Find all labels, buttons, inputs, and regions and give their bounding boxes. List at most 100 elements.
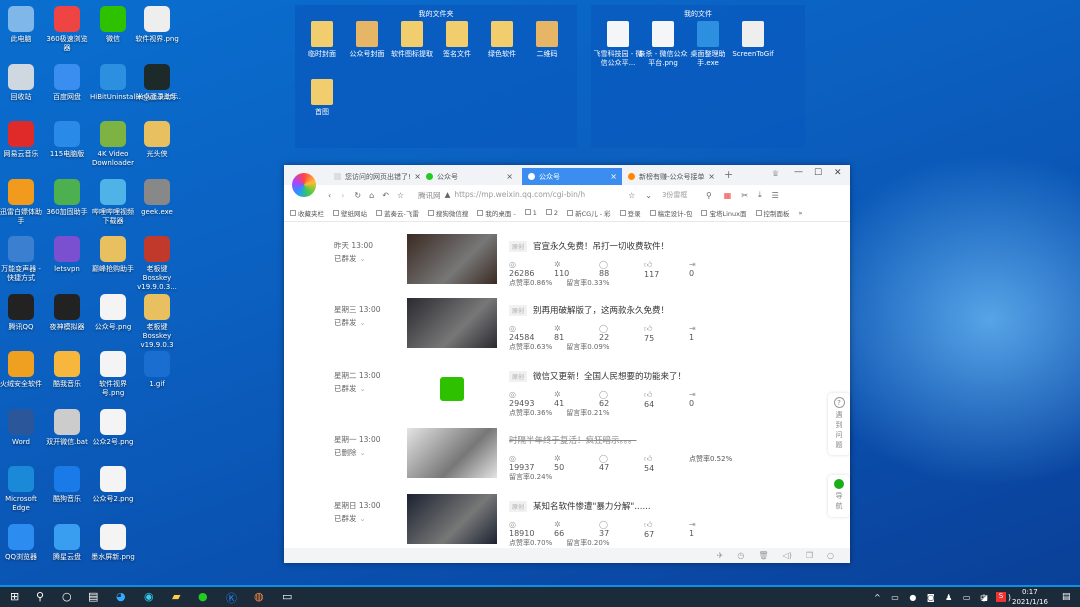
desktop-icon[interactable]: 微信 (90, 6, 136, 44)
home-icon[interactable]: ⌂ (369, 191, 374, 200)
desktop-icon[interactable]: 老板键Bosskey v19.9.0.3 (134, 293, 180, 350)
tab-close-icon[interactable]: × (506, 172, 513, 181)
speed-icon[interactable]: ✈ (717, 551, 724, 560)
desktop-icon[interactable]: 火绒安全软件 (0, 351, 44, 389)
display-taskbar-icon[interactable]: ▭ (282, 590, 292, 603)
search-button[interactable]: ⚲ (36, 590, 44, 603)
clock-time[interactable]: 0:17 (1022, 588, 1038, 596)
bookmark-item[interactable]: 2 (545, 209, 558, 217)
article-thumbnail[interactable] (407, 428, 497, 478)
desktop-icon[interactable]: 腾讯QQ (0, 293, 44, 332)
desktop-icon[interactable]: Microsoft Edge (0, 466, 44, 513)
desktop-icon[interactable]: 1.gif (134, 351, 180, 389)
favorite-icon[interactable]: ☆ (628, 191, 635, 200)
explorer-taskbar-icon[interactable]: ▰ (172, 590, 180, 603)
ime-indicator[interactable]: 中 (980, 593, 988, 604)
bookmark-item[interactable]: 宝塔Linux面 (701, 208, 747, 218)
minimize-button[interactable]: — (794, 167, 803, 177)
desktop-icon[interactable]: 万能变声器 - 快捷方式 (0, 236, 44, 283)
wechat-taskbar-icon[interactable]: ● (198, 590, 208, 603)
reload-icon[interactable]: ↻ (354, 191, 361, 200)
article-title[interactable]: 原创 某知名软件惨遭"暴力分解"...... (509, 500, 651, 512)
desktop-icon[interactable]: 老板键Bosskey v19.9.0.3... (134, 236, 180, 292)
desktop-icon[interactable]: 4K Video Downloader (90, 121, 136, 168)
kugou-taskbar-icon[interactable]: Ⓚ (226, 590, 237, 606)
360-browser-taskbar-icon[interactable]: ◍ (254, 590, 264, 603)
help-button[interactable]: ? 遇到问题 (828, 393, 850, 455)
menu-icon[interactable]: ☰ (772, 191, 779, 200)
tab-1[interactable]: 您访问的网页出错了! × (328, 168, 426, 185)
bookmark-item[interactable]: 收藏夹栏 (290, 208, 324, 218)
article-thumbnail[interactable] (407, 234, 497, 284)
bookmarks-more-icon[interactable]: » (799, 209, 803, 217)
article-title[interactable]: 时隔半年终于复活！疯狂暗示。。。 (509, 434, 637, 446)
desktop-icon[interactable]: HiBitUninstaller_v2.5.15... (90, 63, 181, 102)
fence-item[interactable]: 签名文件 (432, 21, 482, 59)
article-row[interactable]: 星期日 13:00 已群发 ⌄ 原创 某知名软件惨遭"暴力分解"...... ◎18910… (334, 494, 804, 548)
desktop-icon[interactable]: 此电脑 (0, 6, 44, 44)
desktop-icon[interactable]: 米桌面录助手 (134, 63, 180, 102)
trash-icon[interactable]: 🗑 (758, 551, 768, 560)
history-icon[interactable]: ◷ (737, 551, 744, 560)
bookmark-item[interactable]: 稿定设计-包 (649, 208, 692, 218)
fence-item[interactable]: 亲杀 - 微信公众平台.png (638, 21, 688, 68)
window-icon[interactable]: ❐ (806, 551, 813, 560)
tab-2[interactable]: 公众号 × (420, 168, 518, 185)
desktop-icon[interactable]: 双开微信.bat (44, 408, 90, 447)
article-thumbnail[interactable] (407, 494, 497, 544)
browser-logo-icon[interactable] (292, 173, 316, 197)
desktop-icon[interactable]: 百度网盘 (44, 63, 90, 102)
desktop-icon[interactable]: 墨水屏新.png (90, 523, 136, 562)
bookmark-item[interactable]: 登录 (619, 208, 641, 218)
desktop-icon[interactable]: 软件视界号.png (90, 351, 136, 398)
desktop-icon[interactable]: 迅雷白嫖体助手 (0, 178, 44, 226)
bookmark-item[interactable]: 新CG儿 - 彩 (567, 208, 611, 218)
tray-icons[interactable]: ^ ▭ ● ◙ ♟ ▭ ◢ ◁) (874, 593, 1015, 602)
back-icon[interactable]: ‹ (328, 191, 331, 200)
cortana-button[interactable]: ○ (62, 590, 72, 603)
search-box[interactable]: 3份雷框 (662, 190, 706, 200)
tab-3[interactable]: 公众号 × (522, 168, 622, 185)
desktop-icon[interactable]: 腾星云盘 (44, 523, 90, 562)
article-status-dropdown[interactable]: 已群发 ⌄ (334, 383, 366, 394)
search-icon[interactable]: ⚲ (706, 191, 712, 200)
zoom-icon[interactable]: ○ (827, 551, 834, 560)
article-thumbnail[interactable] (407, 364, 497, 414)
article-row[interactable]: 星期三 13:00 已群发 ⌄ 原创 别再用破解版了，这两款永久免费！ ◎24584 ✲81… (334, 298, 804, 364)
desktop-icon[interactable]: 公众号2.png (90, 466, 136, 504)
desktop-icon[interactable]: 哔哩哔哩视频下载器 (90, 178, 136, 226)
sogou-icon[interactable]: S (996, 592, 1006, 602)
desktop-icon[interactable]: letsvpn (44, 236, 90, 274)
desktop-icon[interactable]: 酷狗音乐 (44, 466, 90, 504)
fence-item[interactable]: 飞雪科技园 - 微信公众平... (593, 21, 643, 68)
bookmark-item[interactable]: 控制面板 (755, 208, 790, 218)
start-button[interactable]: ⊞ (10, 590, 19, 603)
fence-item[interactable]: 桌面整理助手.exe (683, 21, 733, 68)
fence-item[interactable]: 二维码 (522, 21, 572, 59)
bookmark-item[interactable]: 我的桌面 - (477, 208, 516, 218)
desktop-icon[interactable]: 公众2号.png (90, 408, 136, 447)
apps-icon[interactable]: ▦ (724, 191, 732, 200)
desktop-icon[interactable]: geek.exe (134, 178, 180, 217)
sound-icon[interactable]: ◁) (783, 551, 792, 560)
desktop-icon[interactable]: 光头侠 (134, 121, 180, 159)
article-title[interactable]: 原创 官宣永久免费！吊打一切收费软件！ (509, 240, 669, 252)
article-status-dropdown[interactable]: 已删除 ⌄ (334, 447, 366, 458)
bookmark-item[interactable]: 蓝奏云-飞雷 (376, 208, 419, 218)
desktop-icon[interactable]: 夜神模拟器 (44, 293, 90, 332)
article-title[interactable]: 原创 别再用破解版了，这两款永久免费！ (509, 304, 669, 316)
desktop-icon[interactable]: 巅峰抢购助手 (90, 236, 136, 274)
skin-icon[interactable]: ♕ (772, 169, 779, 178)
url-input[interactable]: 腾讯网 ▲ https://mp.weixin.qq.com/cgi-bin/h (418, 190, 628, 201)
clock-date[interactable]: 2021/1/16 (1012, 598, 1048, 606)
forward-icon[interactable]: › (341, 191, 344, 200)
desktop-icon[interactable]: QQ浏览器 (0, 523, 44, 562)
article-row[interactable]: 昨天 13:00 已群发 ⌄ 原创 官宣永久免费！吊打一切收费软件！ ◎26286 ✲110… (334, 234, 804, 300)
desktop-icon[interactable]: 360极速浏览器 (44, 6, 90, 53)
desktop-icon[interactable]: 网易云音乐 (0, 121, 44, 159)
fence-item[interactable]: 软件图标提取 (387, 21, 437, 59)
desktop-icon[interactable]: 软件视界.png (134, 6, 180, 44)
maximize-button[interactable]: ☐ (814, 168, 822, 178)
tab-close-icon[interactable]: × (610, 172, 617, 181)
article-row[interactable]: 星期二 13:00 已群发 ⌄ 原创 微信又更新！全国人民想要的功能来了！ ◎29493 ✲… (334, 364, 804, 430)
